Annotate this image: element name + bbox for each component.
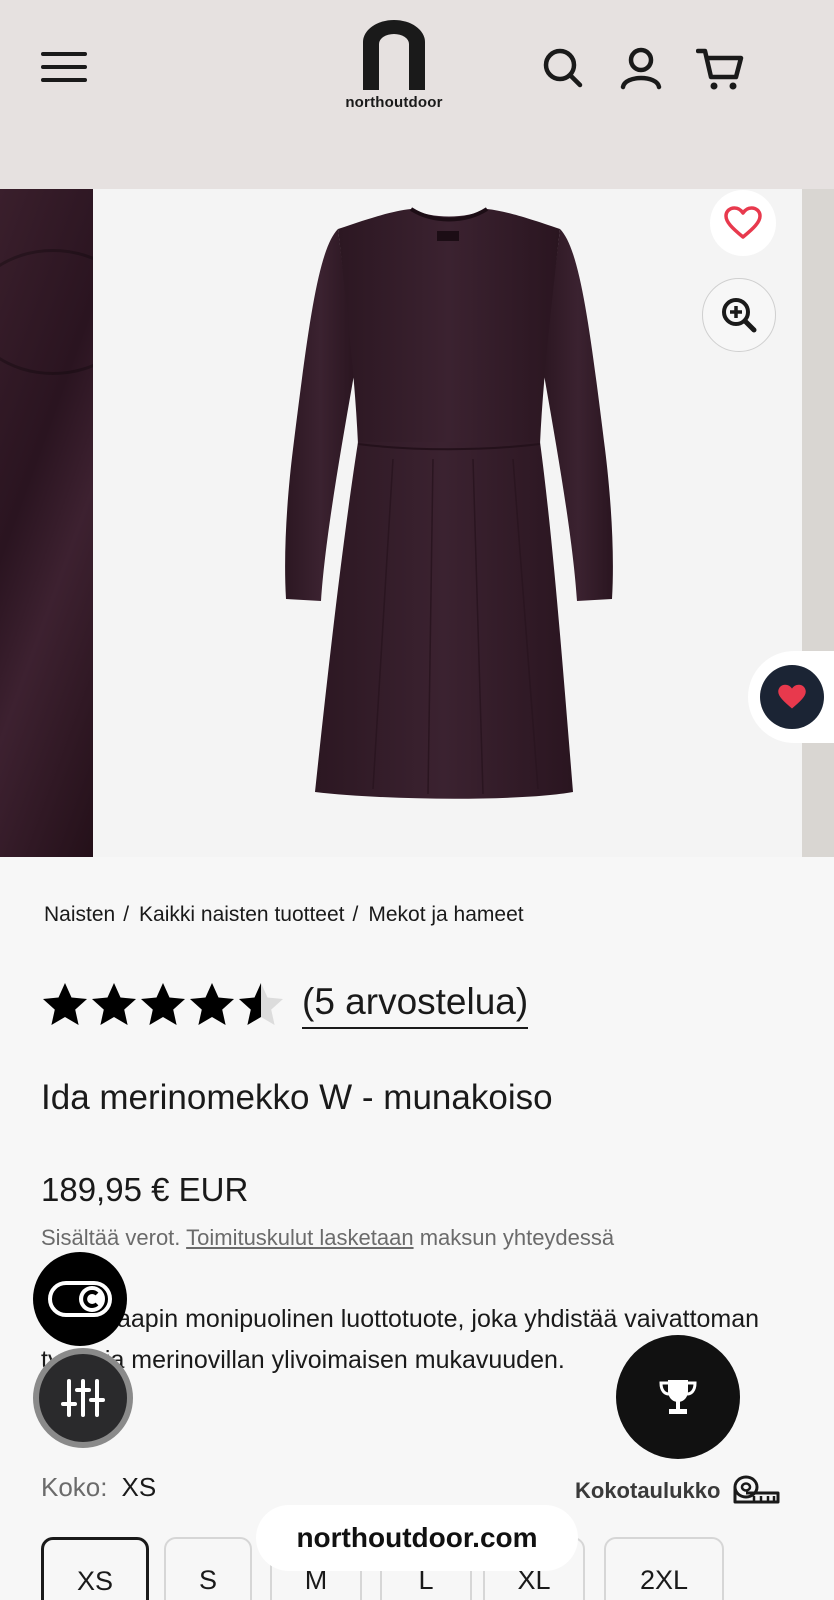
zoom-button[interactable] (702, 278, 776, 352)
favorites-widget-button[interactable] (748, 651, 834, 743)
next-product-image[interactable] (802, 189, 834, 857)
size-option-xs[interactable]: XS (41, 1537, 149, 1600)
product-rating: (5 arvostelua) (41, 975, 529, 1035)
selected-size-value: XS (121, 1472, 157, 1502)
product-image[interactable] (93, 189, 802, 857)
measuring-tape-icon (733, 1475, 780, 1504)
search-icon[interactable] (540, 45, 586, 91)
dress-image (285, 207, 613, 799)
product-gallery[interactable] (0, 189, 834, 857)
heart-outline-icon (724, 206, 762, 239)
trophy-icon (659, 1380, 697, 1414)
breadcrumb-mekot-ja-hameet[interactable]: Mekot ja hameet (368, 903, 523, 926)
product-title: Ida merinomekko W - munakoiso (41, 1078, 553, 1117)
size-chart-label: Kokotaulukko (575, 1478, 721, 1503)
accessibility-settings-button[interactable] (33, 1348, 133, 1448)
reviews-link[interactable]: (5 arvostelua) (302, 981, 529, 1029)
size-chart-link[interactable]: Kokotaulukko (575, 1474, 780, 1508)
favorites-widget-circle (760, 665, 824, 729)
shipping-link[interactable]: Toimituskulut lasketaan (186, 1225, 413, 1250)
heart-icon (778, 684, 806, 709)
tax-note: Sisältää verot. Toimituskulut lasketaan … (41, 1225, 614, 1251)
rewards-button[interactable] (616, 1335, 740, 1459)
star-icon (92, 983, 136, 1025)
cart-icon[interactable] (695, 45, 744, 91)
size-label-text: Koko: (41, 1472, 108, 1502)
filter-sliders-icon (61, 1379, 105, 1417)
star-icon (190, 983, 234, 1025)
browser-domain-pill: northoutdoor.com (256, 1505, 578, 1571)
star-icon (239, 983, 283, 1025)
arch-logo-icon (363, 20, 425, 90)
rating-stars (41, 981, 287, 1029)
size-label: Koko: XS (41, 1472, 156, 1503)
toggle-icon (48, 1281, 112, 1317)
tax-suffix: maksun yhteydessä (419, 1225, 615, 1250)
size-option-s[interactable]: S (164, 1537, 252, 1600)
site-header: northoutdoor (0, 0, 834, 189)
menu-icon[interactable] (41, 52, 87, 86)
tax-prefix: Sisältää verot. (41, 1225, 181, 1250)
star-icon (43, 983, 87, 1025)
product-price: 189,95 € EUR (41, 1171, 249, 1208)
breadcrumb-kaikki-naisten-tuotteet[interactable]: Kaikki naisten tuotteet (139, 903, 344, 926)
breadcrumb-naisten[interactable]: Naisten (44, 903, 115, 926)
breadcrumb-separator: / (123, 903, 130, 926)
zoom-in-icon (722, 298, 757, 333)
account-icon[interactable] (618, 45, 664, 91)
size-option-2xl[interactable]: 2XL (604, 1537, 724, 1600)
logo-text: northoutdoor (345, 94, 443, 111)
breadcrumb: Naisten / Kaikki naisten tuotteet / Mekot ja… (44, 903, 524, 927)
star-icon (141, 983, 185, 1025)
previous-product-image[interactable] (0, 189, 93, 857)
breadcrumb-separator: / (352, 903, 359, 926)
site-logo[interactable]: northoutdoor (334, 18, 454, 111)
consent-toggle-button[interactable] (33, 1252, 127, 1346)
wishlist-button[interactable] (710, 190, 776, 256)
